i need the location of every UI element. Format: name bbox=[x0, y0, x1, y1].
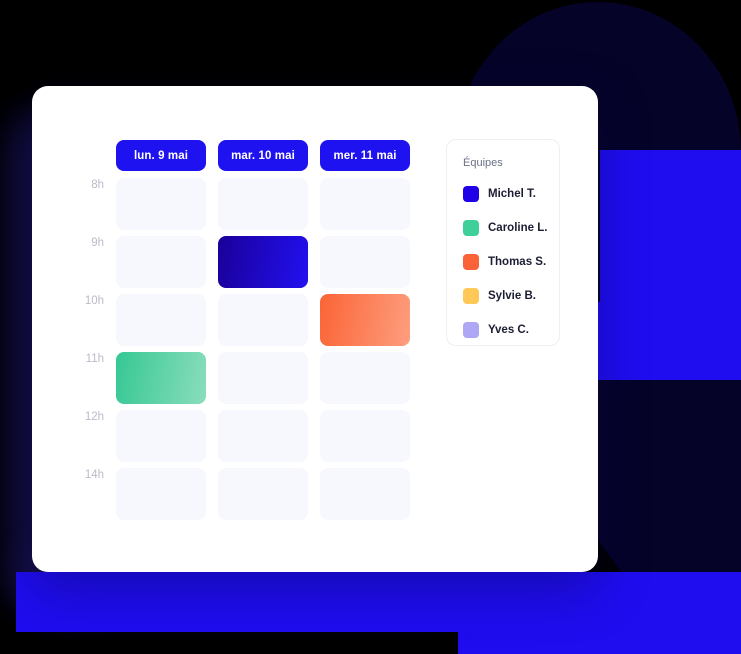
legend-color-swatch-icon bbox=[463, 186, 479, 202]
legend-item-list: Michel T. Caroline L. Thomas S. Sylvie B. Yv… bbox=[463, 182, 559, 342]
legend-item-label: Michel T. bbox=[488, 188, 536, 200]
legend-color-swatch-icon bbox=[463, 254, 479, 270]
scheduler-card: lun. 9 mai mar. 10 mai mer. 11 mai 8h 9h 10h… bbox=[32, 86, 598, 572]
scheduler-row-cells bbox=[116, 178, 410, 230]
scheduler-row-cells bbox=[116, 468, 410, 520]
scheduler-empty-slot[interactable] bbox=[116, 410, 206, 462]
scheduler-empty-slot[interactable] bbox=[116, 294, 206, 346]
scheduler-empty-slot[interactable] bbox=[218, 352, 308, 404]
scheduler-empty-slot[interactable] bbox=[116, 178, 206, 230]
legend-item-label: Caroline L. bbox=[488, 222, 548, 234]
day-header-pill[interactable]: mer. 11 mai bbox=[320, 140, 410, 171]
time-axis-label: 14h bbox=[84, 469, 104, 481]
legend-item[interactable]: Thomas S. bbox=[463, 250, 559, 274]
scheduler-row: 8h bbox=[32, 178, 410, 236]
legend-color-swatch-icon bbox=[463, 322, 479, 338]
scheduler-empty-slot[interactable] bbox=[320, 178, 410, 230]
scheduler-empty-slot[interactable] bbox=[218, 178, 308, 230]
scheduler-row: 9h bbox=[32, 236, 410, 294]
day-header-row: lun. 9 mai mar. 10 mai mer. 11 mai bbox=[116, 140, 410, 171]
legend-title: Équipes bbox=[463, 157, 503, 169]
scheduler-empty-slot[interactable] bbox=[218, 468, 308, 520]
day-header-pill[interactable]: mar. 10 mai bbox=[218, 140, 308, 171]
scheduler-event-block[interactable] bbox=[320, 294, 410, 346]
time-axis-label: 10h bbox=[84, 295, 104, 307]
scheduler-empty-slot[interactable] bbox=[116, 236, 206, 288]
day-header-pill[interactable]: lun. 9 mai bbox=[116, 140, 206, 171]
time-axis-label: 12h bbox=[84, 411, 104, 423]
legend-color-swatch-icon bbox=[463, 220, 479, 236]
legend-item[interactable]: Yves C. bbox=[463, 318, 559, 342]
legend-item-label: Yves C. bbox=[488, 324, 529, 336]
blue-band-shape bbox=[597, 302, 741, 381]
time-axis-label: 9h bbox=[91, 237, 104, 249]
time-axis-label: 11h bbox=[85, 353, 104, 365]
legend-item[interactable]: Caroline L. bbox=[463, 216, 559, 240]
scheduler-row: 14h bbox=[32, 468, 410, 526]
scheduler-row-cells bbox=[116, 410, 410, 462]
legend-item-label: Thomas S. bbox=[488, 256, 547, 268]
scheduler-empty-slot[interactable] bbox=[320, 236, 410, 288]
legend-item[interactable]: Sylvie B. bbox=[463, 284, 559, 308]
navy-block-lower-shape bbox=[597, 380, 741, 583]
scheduler-grid-body: 8h 9h 10h 11h 12h 14h bbox=[32, 178, 410, 526]
scheduler-row: 12h bbox=[32, 410, 410, 468]
scheduler-empty-slot[interactable] bbox=[116, 468, 206, 520]
time-axis-label: 8h bbox=[91, 179, 104, 191]
legend-color-swatch-icon bbox=[463, 288, 479, 304]
legend-item[interactable]: Michel T. bbox=[463, 182, 559, 206]
scheduler-row-cells bbox=[116, 294, 410, 346]
scheduler-event-block[interactable] bbox=[116, 352, 206, 404]
teams-legend-panel: Équipes Michel T. Caroline L. Thomas S. Syl… bbox=[446, 139, 560, 346]
legend-item-label: Sylvie B. bbox=[488, 290, 536, 302]
scheduler-row-cells bbox=[116, 352, 410, 404]
scheduler-event-block[interactable] bbox=[218, 236, 308, 288]
scheduler-empty-slot[interactable] bbox=[320, 352, 410, 404]
blue-block-bottom-left-shape bbox=[16, 572, 616, 632]
scheduler-empty-slot[interactable] bbox=[320, 410, 410, 462]
scheduler-empty-slot[interactable] bbox=[218, 294, 308, 346]
scheduler-row: 11h bbox=[32, 352, 410, 410]
scheduler-row: 10h bbox=[32, 294, 410, 352]
scheduler-row-cells bbox=[116, 236, 410, 288]
scheduler-empty-slot[interactable] bbox=[218, 410, 308, 462]
screenshot-root: lun. 9 mai mar. 10 mai mer. 11 mai 8h 9h 10h… bbox=[0, 0, 741, 654]
scheduler-empty-slot[interactable] bbox=[320, 468, 410, 520]
